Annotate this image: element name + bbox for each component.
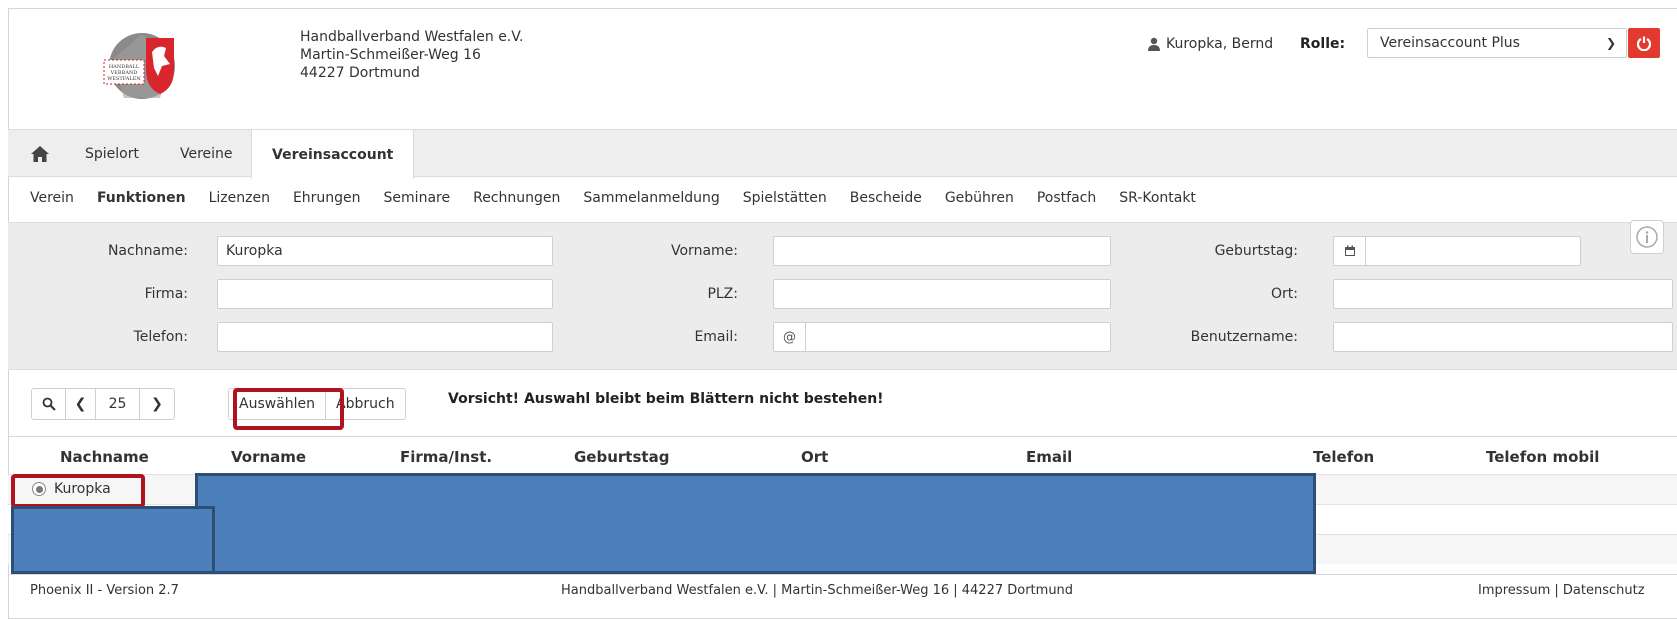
search-icon: [42, 397, 56, 411]
pagination: ❮ 25 ❯: [31, 388, 175, 420]
info-icon[interactable]: [1630, 220, 1664, 254]
email-input[interactable]: @: [773, 322, 1111, 352]
user-name: Kuropka, Bernd: [1166, 36, 1274, 52]
subnav-sr-kontakt[interactable]: SR-Kontakt: [1119, 190, 1196, 210]
logo-text-3: WESTFALEN: [107, 76, 141, 82]
tab-spielort[interactable]: Spielort: [85, 130, 139, 178]
telefon-input[interactable]: [217, 322, 553, 352]
chevron-down-icon: ❯: [1605, 36, 1616, 50]
subnav-funktionen[interactable]: Funktionen: [97, 190, 186, 210]
highlight-auswaehlen: [233, 388, 344, 430]
subnav-lizenzen[interactable]: Lizenzen: [209, 190, 270, 210]
benutzername-label: Benutzername:: [1190, 329, 1298, 345]
subnav-verein[interactable]: Verein: [30, 190, 74, 210]
chevron-right-icon: ❯: [151, 396, 163, 412]
selection-warning: Vorsicht! Auswahl bleibt beim Blättern n…: [448, 391, 884, 407]
col-email[interactable]: Email: [1026, 448, 1072, 466]
footer-version: Phoenix II - Version 2.7: [30, 583, 179, 598]
role-value: Vereinsaccount Plus: [1380, 35, 1520, 51]
col-geburtstag[interactable]: Geburtstag: [574, 448, 669, 466]
subnav-sammelanmeldung[interactable]: Sammelanmeldung: [583, 190, 719, 210]
org-street: Martin-Schmeißer-Weg 16: [300, 47, 481, 63]
org-name: Handballverband Westfalen e.V.: [300, 29, 524, 45]
prev-page-button[interactable]: ❮: [66, 389, 96, 419]
email-label: Email:: [694, 329, 738, 345]
calendar-icon[interactable]: [1334, 237, 1366, 265]
benutzername-input[interactable]: [1333, 322, 1673, 352]
tab-vereine[interactable]: Vereine: [180, 130, 233, 178]
col-vorname[interactable]: Vorname: [231, 448, 306, 466]
subnav-seminare[interactable]: Seminare: [384, 190, 451, 210]
main-tabbar: Spielort Vereine Vereinsaccount: [8, 129, 1677, 179]
plz-label: PLZ:: [707, 286, 738, 302]
firma-label: Firma:: [144, 286, 188, 302]
firma-input[interactable]: [217, 279, 553, 309]
vorname-input[interactable]: [773, 236, 1111, 266]
plz-input[interactable]: [773, 279, 1111, 309]
highlight-row-select: [11, 474, 145, 508]
results-table-header: Nachname Vorname Firma/Inst. Geburtstag …: [8, 436, 1677, 474]
subnav-gebuehren[interactable]: Gebühren: [945, 190, 1014, 210]
footer-address: Handballverband Westfalen e.V. | Martin-…: [561, 583, 1074, 598]
page-size-input[interactable]: 25: [96, 389, 140, 419]
page-footer: Phoenix II - Version 2.7 Handballverband…: [8, 574, 1677, 608]
org-address: Handballverband Westfalen e.V. Martin-Sc…: [300, 28, 523, 82]
search-button[interactable]: [32, 389, 66, 419]
subnav-ehrungen[interactable]: Ehrungen: [293, 190, 361, 210]
nachname-label: Nachname:: [107, 243, 188, 259]
org-city: 44227 Dortmund: [300, 65, 420, 81]
chevron-left-icon: ❮: [74, 396, 87, 412]
ort-label: Ort:: [1271, 286, 1298, 302]
col-telefon[interactable]: Telefon: [1313, 448, 1374, 466]
subnav-bescheide[interactable]: Bescheide: [850, 190, 922, 210]
redaction-block-left: [11, 506, 215, 574]
telefon-label: Telefon:: [133, 329, 188, 345]
subnav-rechnungen[interactable]: Rechnungen: [473, 190, 560, 210]
footer-links[interactable]: Impressum | Datenschutz: [1478, 583, 1645, 598]
nachname-value: Kuropka: [226, 243, 283, 259]
search-filter-panel: Nachname: Kuropka Vorname: Geburtstag: F…: [8, 222, 1677, 370]
tab-vereinsaccount[interactable]: Vereinsaccount: [251, 130, 415, 179]
user-icon: [1148, 37, 1160, 51]
redaction-block: [195, 473, 1316, 574]
geburtstag-label: Geburtstag:: [1214, 243, 1298, 259]
home-icon[interactable]: [30, 145, 50, 163]
col-firma[interactable]: Firma/Inst.: [400, 448, 492, 466]
col-telefon-mobil[interactable]: Telefon mobil: [1486, 448, 1599, 466]
ort-input[interactable]: [1333, 279, 1673, 309]
subnav-spielstaetten[interactable]: Spielstätten: [743, 190, 827, 210]
nachname-input[interactable]: Kuropka: [217, 236, 553, 266]
next-page-button[interactable]: ❯: [140, 389, 174, 419]
role-select[interactable]: Vereinsaccount Plus ❯: [1367, 28, 1627, 58]
col-ort[interactable]: Ort: [801, 448, 828, 466]
geburtstag-input[interactable]: [1333, 236, 1581, 266]
power-icon: [1636, 36, 1652, 51]
logout-button[interactable]: [1628, 28, 1660, 58]
page-size-value: 25: [108, 396, 127, 412]
subnav-postfach[interactable]: Postfach: [1037, 190, 1096, 210]
vorname-label: Vorname:: [671, 243, 738, 259]
at-icon: @: [774, 323, 806, 351]
col-nachname[interactable]: Nachname: [60, 448, 149, 466]
role-label: Rolle:: [1300, 36, 1346, 52]
sub-navigation: Verein Funktionen Lizenzen Ehrungen Semi…: [30, 190, 1219, 210]
user-info[interactable]: Kuropka, Bernd: [1147, 36, 1273, 52]
verband-logo: HANDBALL VERBAND WESTFALEN: [103, 33, 175, 99]
